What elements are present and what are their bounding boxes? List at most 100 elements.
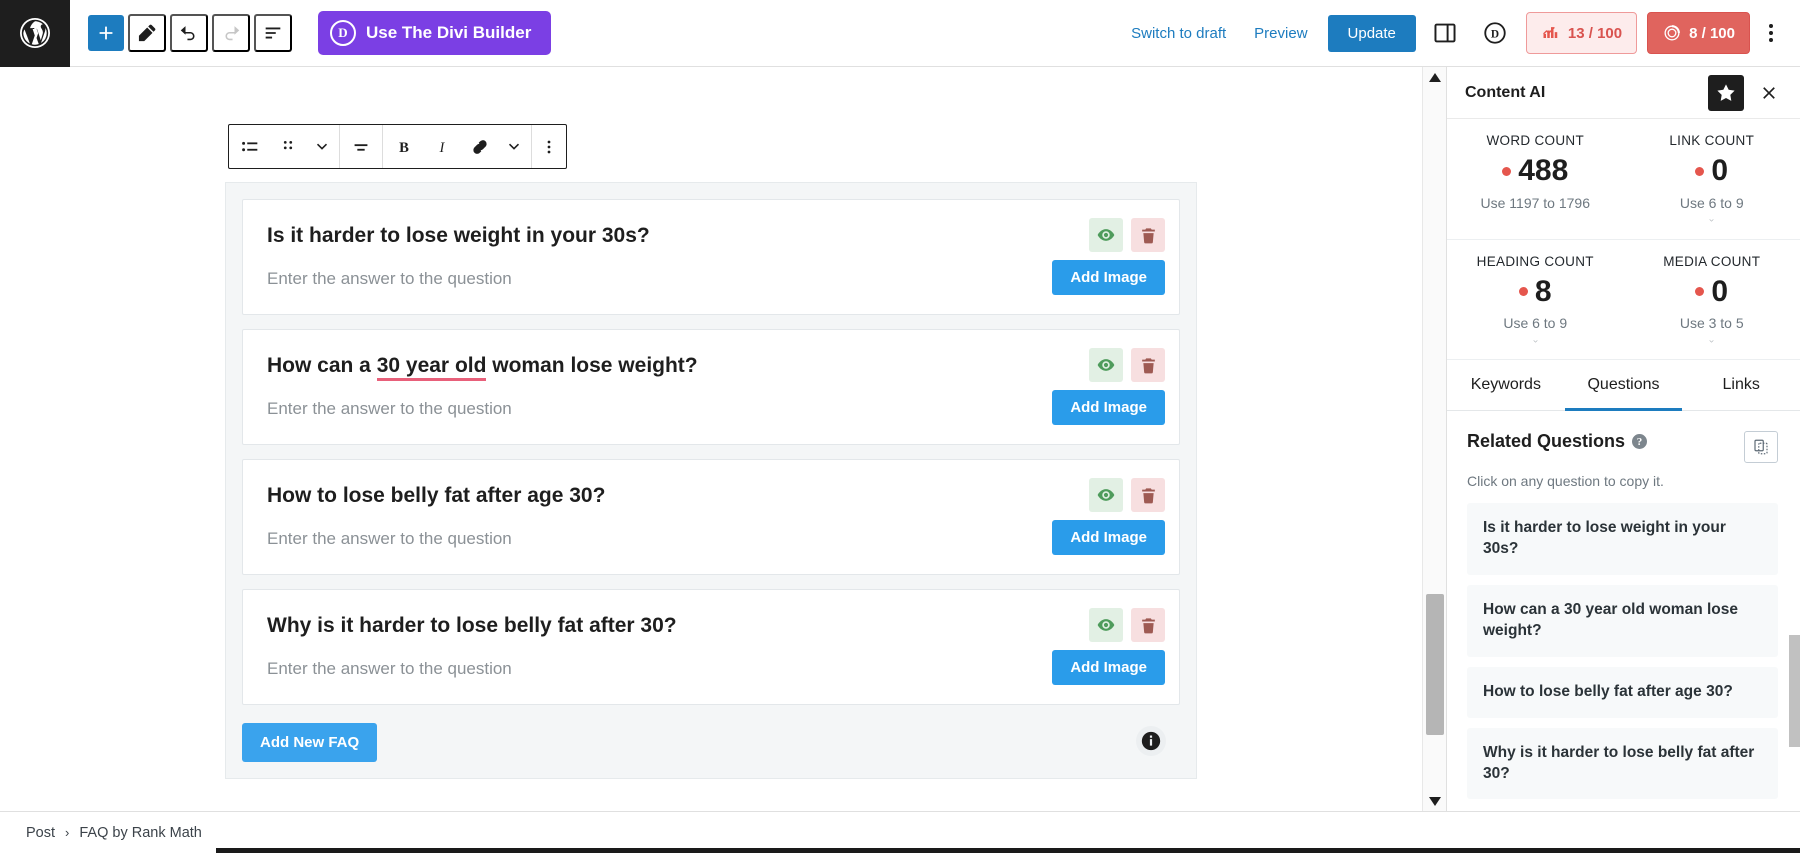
faq-item-actions [1089,608,1165,642]
divi-circle-icon[interactable]: D [1474,12,1516,54]
add-block-button[interactable] [88,15,124,51]
add-image-button[interactable]: Add Image [1052,650,1165,685]
settings-sidebar-icon[interactable] [1424,12,1466,54]
stat-value-row: 0 [1630,275,1795,310]
editor-scrollbar-track[interactable] [1423,87,1447,791]
sidebar-scrollbar-thumb[interactable] [1789,635,1800,747]
stat-hint: Use 6 to 9 [1453,315,1618,331]
stat-expand-chevron-icon[interactable] [1630,333,1795,349]
trash-icon[interactable] [1131,478,1165,512]
add-new-faq-button[interactable]: Add New FAQ [242,723,377,762]
close-icon[interactable] [1752,76,1786,110]
faq-question-post: woman lose weight? [486,354,697,377]
stat-label: MEDIA COUNT [1630,254,1795,269]
faq-question[interactable]: How can a 30 year old woman lose weight? [267,352,1155,379]
related-questions-header: Related Questions ? [1467,431,1778,463]
eye-icon[interactable] [1089,218,1123,252]
block-type-list-icon[interactable] [231,125,269,168]
seo-score-badge[interactable]: 13 / 100 [1526,12,1637,54]
eye-icon[interactable] [1089,608,1123,642]
faq-answer-placeholder[interactable]: Enter the answer to the question [267,529,1155,549]
stat-value: 488 [1518,154,1568,189]
post-content-canvas[interactable]: d help you stay motivated. [0,67,1422,811]
redo-icon[interactable] [212,14,250,52]
related-question-item[interactable]: Is it harder to lose weight in your 30s? [1467,503,1778,575]
wordpress-logo-icon[interactable] [0,0,70,67]
preview-button[interactable]: Preview [1240,17,1321,50]
tab-questions[interactable]: Questions [1565,360,1683,411]
faq-answer-placeholder[interactable]: Enter the answer to the question [267,659,1155,679]
editor-vertical-scrollbar[interactable] [1422,67,1446,811]
editor-scrollbar-thumb[interactable] [1426,594,1444,735]
rank-math-seo-icon [1541,23,1561,43]
faq-item[interactable]: Why is it harder to lose belly fat after… [242,589,1180,705]
faq-question-pre: How can a [267,354,377,377]
stat-label: HEADING COUNT [1453,254,1618,269]
faq-item-actions [1089,218,1165,252]
faq-item-actions [1089,348,1165,382]
seo-score-label: 13 / 100 [1568,25,1622,42]
block-formatting-toolbar: B I [228,124,567,169]
add-image-button[interactable]: Add Image [1052,520,1165,555]
svg-text:B: B [399,140,409,156]
svg-text:I: I [439,140,446,156]
eye-icon[interactable] [1089,348,1123,382]
faq-item[interactable]: How can a 30 year old woman lose weight?… [242,329,1180,445]
switch-to-draft-button[interactable]: Switch to draft [1117,17,1240,50]
svg-text:D: D [1491,29,1499,41]
related-question-item[interactable]: Why is it harder to lose belly fat after… [1467,728,1778,800]
content-ai-icon [1662,23,1682,43]
scroll-up-arrow-icon[interactable] [1423,67,1447,87]
related-questions-title-row: Related Questions ? [1467,431,1647,452]
sidebar-scrollbar[interactable] [1789,411,1800,811]
update-button[interactable]: Update [1328,15,1416,52]
faq-question[interactable]: Is it harder to lose weight in your 30s? [267,222,1155,249]
drag-handle-icon[interactable] [269,125,307,168]
breadcrumb-separator-icon: › [65,825,69,840]
sidebar-tabs: Keywords Questions Links [1447,360,1800,411]
tab-links[interactable]: Links [1682,360,1800,411]
block-options-vertical-dots-icon[interactable] [534,125,564,168]
content-ai-score-badge[interactable]: 8 / 100 [1647,12,1750,54]
trash-icon[interactable] [1131,218,1165,252]
faq-answer-placeholder[interactable]: Enter the answer to the question [267,399,1155,419]
faq-item[interactable]: How to lose belly fat after age 30? Ente… [242,459,1180,575]
block-toolbar-group-format: B I [383,125,532,168]
faq-by-rank-math-block[interactable]: Is it harder to lose weight in your 30s?… [225,182,1197,779]
tools-pencil-icon[interactable] [128,14,166,52]
scroll-down-arrow-icon[interactable] [1423,791,1447,811]
related-question-item[interactable]: How can a 30 year old woman lose weight? [1467,585,1778,657]
help-circle-icon[interactable]: ? [1632,434,1647,449]
more-options-icon[interactable] [1754,12,1788,54]
eye-icon[interactable] [1089,478,1123,512]
add-image-button[interactable]: Add Image [1052,260,1165,295]
breadcrumb-faq-by-rank-math[interactable]: FAQ by Rank Math [79,825,202,841]
info-circle-icon[interactable] [1136,726,1166,756]
faq-question[interactable]: Why is it harder to lose belly fat after… [267,612,1155,639]
star-icon[interactable] [1708,75,1744,111]
copy-icon[interactable] [1744,431,1778,463]
stat-value-row: 488 [1453,154,1618,189]
stat-expand-chevron-icon[interactable] [1630,213,1795,229]
align-text-icon[interactable] [342,125,380,168]
more-formats-chevron-icon[interactable] [499,125,529,168]
stat-link-count: LINK COUNT 0 Use 6 to 9 [1624,119,1800,240]
faq-question[interactable]: How to lose belly fat after age 30? [267,482,1155,509]
undo-icon[interactable] [170,14,208,52]
faq-item[interactable]: Is it harder to lose weight in your 30s?… [242,199,1180,315]
bold-button[interactable]: B [385,125,423,168]
trash-icon[interactable] [1131,608,1165,642]
editor-top-bar: D Use The Divi Builder Switch to draft P… [0,0,1800,67]
stat-expand-chevron-icon[interactable] [1453,333,1618,349]
add-image-button[interactable]: Add Image [1052,390,1165,425]
related-question-item[interactable]: How to lose belly fat after age 30? [1467,667,1778,718]
breadcrumb-post[interactable]: Post [26,825,55,841]
list-view-icon[interactable] [254,14,292,52]
move-chevron-down-icon[interactable] [307,125,337,168]
trash-icon[interactable] [1131,348,1165,382]
use-divi-builder-button[interactable]: D Use The Divi Builder [318,11,551,55]
link-icon[interactable] [461,125,499,168]
italic-button[interactable]: I [423,125,461,168]
faq-answer-placeholder[interactable]: Enter the answer to the question [267,269,1155,289]
tab-keywords[interactable]: Keywords [1447,360,1565,411]
